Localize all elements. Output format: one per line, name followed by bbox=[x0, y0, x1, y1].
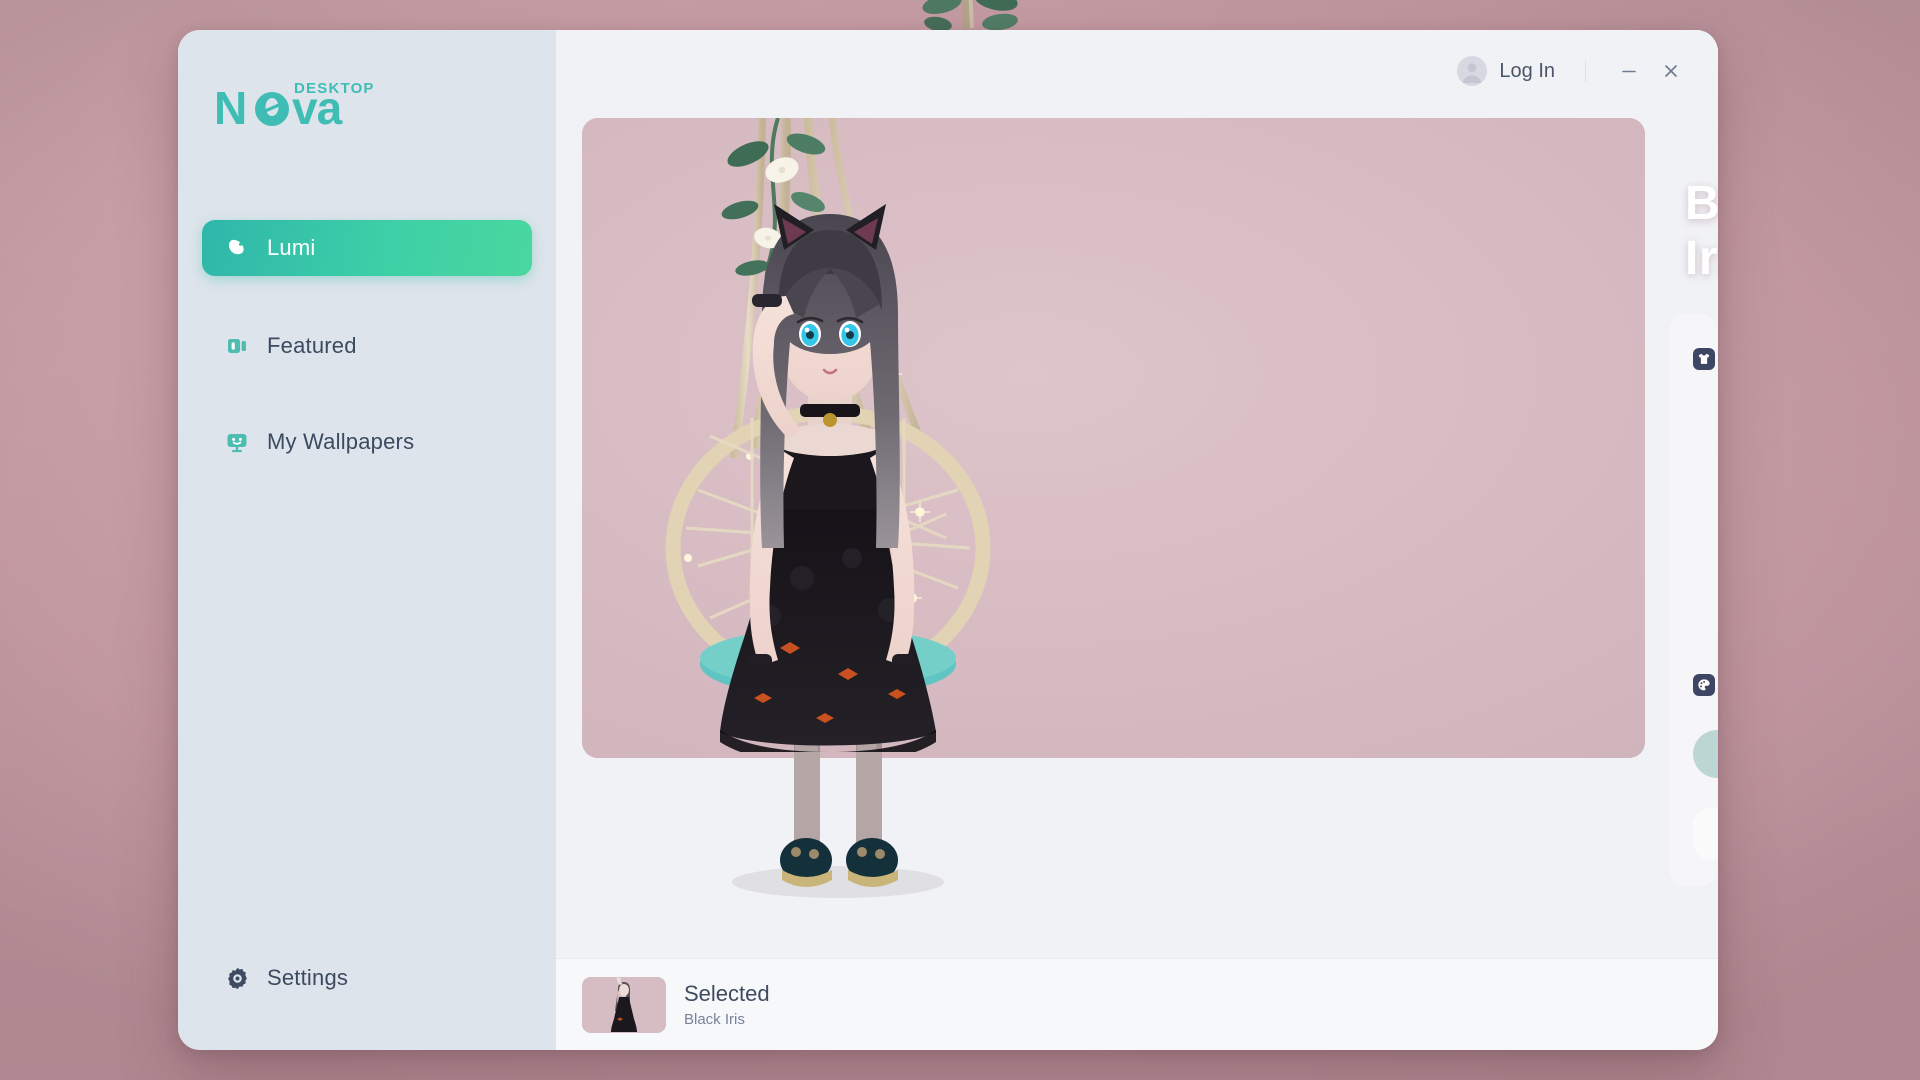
sidebar-item-settings[interactable]: Settings bbox=[202, 950, 532, 1006]
close-icon bbox=[1665, 65, 1677, 77]
detail-panel: Black Iris Change Outfit bbox=[1669, 118, 1718, 886]
sidebar: N va DESKTOP Lumi Featured My Wallpapers… bbox=[178, 30, 556, 1050]
selected-wallpaper-thumbnail[interactable] bbox=[582, 976, 666, 1033]
heart-tag-icon bbox=[224, 235, 250, 261]
sidebar-item-label: Featured bbox=[267, 333, 357, 358]
selected-subtitle: Black Iris bbox=[684, 1011, 745, 1029]
sidebar-item-featured[interactable]: Featured bbox=[202, 318, 532, 374]
monitor-face-icon bbox=[224, 429, 250, 455]
character-preview-card[interactable] bbox=[582, 118, 1645, 898]
preview-background bbox=[582, 118, 1645, 758]
sidebar-item-label: My Wallpapers bbox=[267, 429, 415, 454]
palette-icon bbox=[1693, 674, 1715, 696]
svg-text:N: N bbox=[214, 82, 246, 134]
swatch-mint[interactable] bbox=[1693, 730, 1718, 778]
app-logo: N va DESKTOP bbox=[178, 64, 556, 184]
wall-plant-decoration bbox=[922, 0, 1018, 34]
selected-title: Selected bbox=[684, 980, 770, 1006]
svg-text:DESKTOP: DESKTOP bbox=[294, 80, 374, 97]
nova-logo-icon: N va DESKTOP bbox=[214, 80, 374, 134]
main-content: Log In B Ir Selected Black Iris bbox=[556, 30, 1718, 1050]
options-card: Change Outfit bbox=[1669, 314, 1718, 886]
sidebar-item-lumi[interactable]: Lumi bbox=[202, 220, 532, 276]
gear-icon bbox=[224, 965, 250, 991]
titlebar-divider bbox=[1585, 60, 1586, 82]
titlebar: Log In bbox=[556, 30, 1718, 112]
minimize-icon bbox=[1622, 70, 1636, 73]
featured-icon bbox=[224, 333, 250, 359]
sidebar-nav: Lumi Featured My Wallpapers bbox=[178, 220, 556, 510]
tshirt-icon bbox=[1693, 348, 1715, 370]
preview-stage: Black Iris Change Outfit bbox=[556, 112, 1718, 958]
sidebar-footer: Settings bbox=[178, 950, 556, 1050]
sidebar-footer-label: Settings bbox=[267, 965, 349, 990]
action-bar: 2560×1440 Selected bbox=[1693, 808, 1718, 860]
sidebar-item-label: Lumi bbox=[267, 235, 316, 260]
selected-wallpaper-info: Selected Black Iris bbox=[684, 981, 770, 1028]
login-label: Log In bbox=[1499, 59, 1555, 82]
bottombar: Selected Black Iris bbox=[556, 958, 1718, 1050]
close-button[interactable] bbox=[1650, 50, 1692, 92]
user-avatar-icon bbox=[1457, 56, 1488, 86]
page-title: Black Iris bbox=[1685, 177, 1718, 285]
app-window: N va DESKTOP Lumi Featured My Wallpapers… bbox=[178, 30, 1718, 1050]
login-button[interactable]: Log In bbox=[1453, 52, 1565, 90]
desktop-wallpaper: N va DESKTOP Lumi Featured My Wallpapers… bbox=[0, 0, 1920, 1080]
sidebar-item-my-wallpapers[interactable]: My Wallpapers bbox=[202, 414, 532, 470]
minimize-button[interactable] bbox=[1608, 50, 1650, 92]
thumbnail-figure bbox=[582, 976, 666, 1033]
